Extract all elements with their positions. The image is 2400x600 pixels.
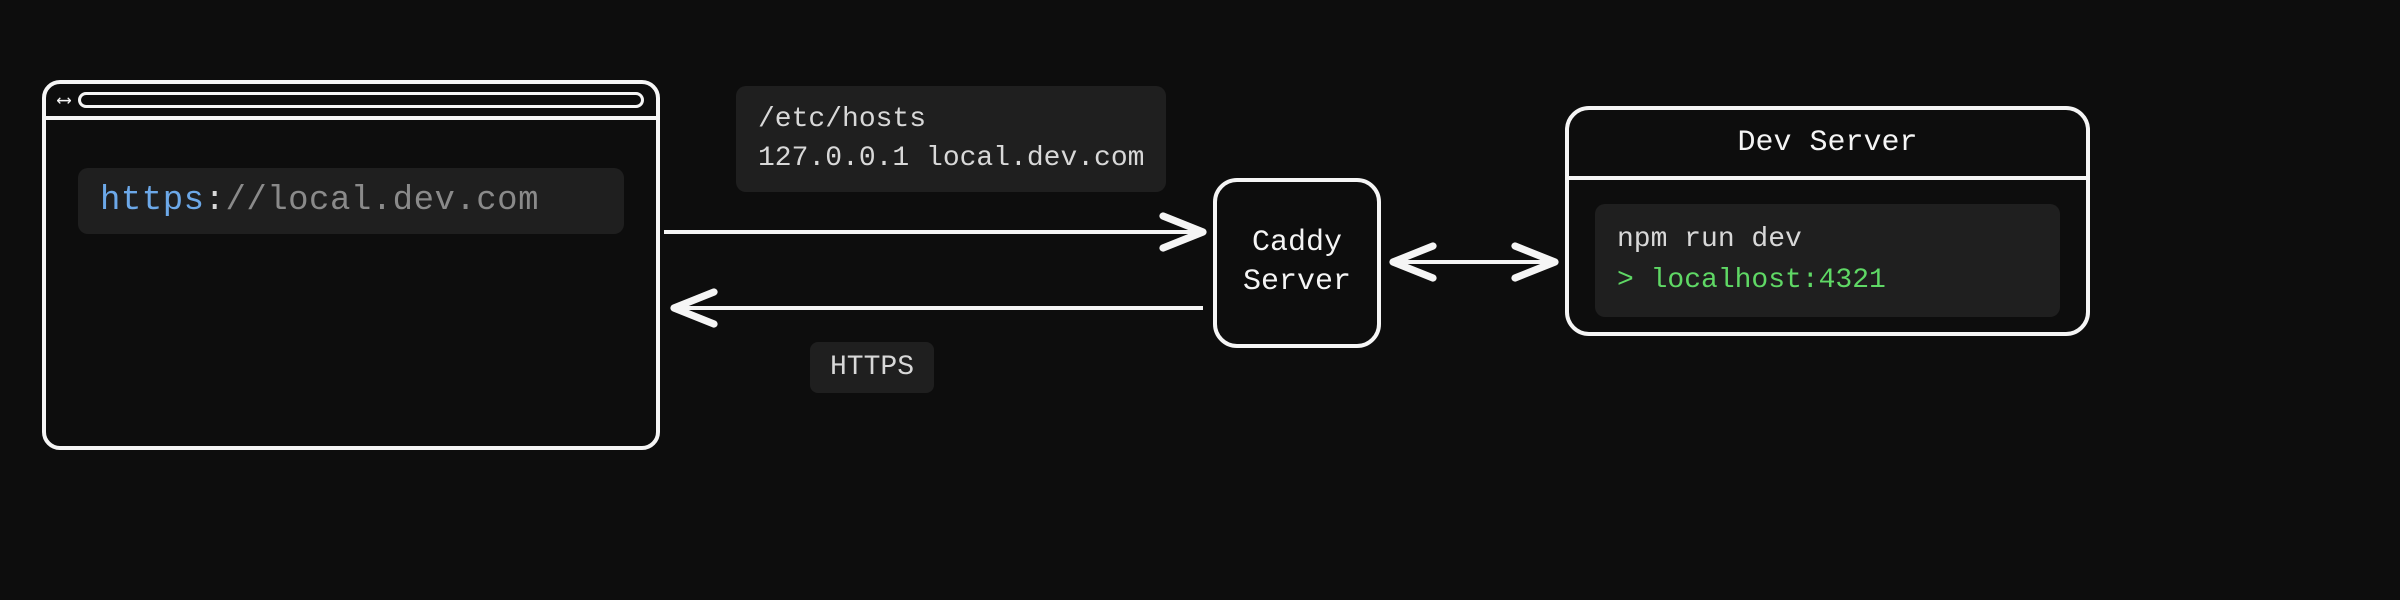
url-display: https://local.dev.com [78,168,624,234]
caddy-server-box: Caddy Server [1213,178,1381,348]
dev-server-title: Dev Server [1569,110,2086,180]
url-scheme: https [100,182,205,220]
browser-window: ⟷ https://local.dev.com [42,80,660,450]
hosts-entry: 127.0.0.1 local.dev.com [758,139,1144,178]
https-protocol-label: HTTPS [810,342,934,393]
terminal-output: > localhost:4321 [1617,261,2038,302]
terminal-command: npm run dev [1617,220,2038,261]
hosts-path: /etc/hosts [758,100,1144,139]
terminal-box: npm run dev > localhost:4321 [1595,204,2060,317]
url-colon: : [205,182,226,220]
caddy-label-line2: Server [1243,263,1351,302]
url-host: //local.dev.com [225,182,539,220]
nav-arrows-icon: ⟷ [58,87,68,113]
hosts-file-box: /etc/hosts 127.0.0.1 local.dev.com [736,86,1166,192]
caddy-label-line1: Caddy [1243,224,1351,263]
dev-server-body: npm run dev > localhost:4321 [1569,180,2086,341]
browser-body: https://local.dev.com [46,120,656,282]
browser-chrome: ⟷ [46,84,656,120]
browser-urlbar [78,92,644,108]
dev-server-box: Dev Server npm run dev > localhost:4321 [1565,106,2090,336]
